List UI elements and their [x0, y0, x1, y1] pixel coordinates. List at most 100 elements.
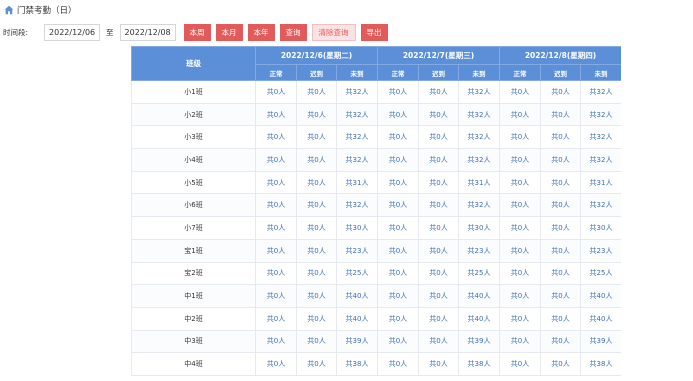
absent-count-link[interactable]: 共23人: [580, 238, 621, 263]
absent-count-link[interactable]: 共32人: [580, 125, 621, 150]
query-button[interactable]: 查询: [279, 23, 307, 41]
absent-count-link[interactable]: 共39人: [336, 329, 378, 354]
attendance-table-container[interactable]: 班级 2022/12/6(星期二) 2022/12/7(星期三) 2022/12…: [131, 46, 621, 381]
absent-count-link[interactable]: 共25人: [336, 261, 378, 286]
normal-count-link[interactable]: 共0人: [255, 216, 297, 240]
normal-count-link[interactable]: 共0人: [377, 261, 419, 286]
late-count-link[interactable]: 共0人: [418, 238, 459, 263]
late-count-link[interactable]: 共0人: [296, 125, 337, 150]
normal-count-link[interactable]: 共0人: [377, 352, 419, 376]
absent-count-link[interactable]: 共30人: [336, 216, 378, 240]
late-count-link[interactable]: 共0人: [540, 193, 581, 218]
absent-count-link[interactable]: 共32人: [458, 80, 500, 104]
absent-count-link[interactable]: 共32人: [580, 193, 621, 218]
normal-count-link[interactable]: 共0人: [255, 80, 297, 104]
normal-count-link[interactable]: 共0人: [377, 170, 419, 195]
late-count-link[interactable]: 共0人: [418, 216, 459, 240]
absent-count-link[interactable]: 共32人: [580, 148, 621, 172]
normal-count-link[interactable]: 共0人: [377, 306, 419, 331]
normal-count-link[interactable]: 共0人: [255, 306, 297, 331]
absent-count-link[interactable]: 共40人: [458, 284, 500, 308]
normal-count-link[interactable]: 共0人: [377, 329, 419, 354]
normal-count-link[interactable]: 共0人: [377, 125, 419, 150]
absent-count-link[interactable]: 共23人: [458, 238, 500, 263]
late-count-link[interactable]: 共0人: [296, 284, 337, 308]
late-count-link[interactable]: 共0人: [296, 238, 337, 263]
late-count-link[interactable]: 共0人: [418, 193, 459, 218]
late-count-link[interactable]: 共0人: [296, 170, 337, 195]
absent-count-link[interactable]: 共30人: [580, 216, 621, 240]
normal-count-link[interactable]: 共0人: [499, 261, 541, 286]
normal-count-link[interactable]: 共0人: [377, 193, 419, 218]
absent-count-link[interactable]: 共32人: [336, 148, 378, 172]
late-count-link[interactable]: 共0人: [540, 148, 581, 172]
late-count-link[interactable]: 共0人: [418, 148, 459, 172]
late-count-link[interactable]: 共0人: [540, 125, 581, 150]
absent-count-link[interactable]: 共40人: [580, 306, 621, 331]
absent-count-link[interactable]: 共23人: [336, 238, 378, 263]
absent-count-link[interactable]: 共32人: [458, 125, 500, 150]
late-count-link[interactable]: 共0人: [296, 193, 337, 218]
normal-count-link[interactable]: 共0人: [255, 193, 297, 218]
absent-count-link[interactable]: 共32人: [336, 193, 378, 218]
late-count-link[interactable]: 共0人: [540, 238, 581, 263]
late-count-link[interactable]: 共0人: [418, 284, 459, 308]
normal-count-link[interactable]: 共0人: [499, 329, 541, 354]
date-from-input[interactable]: [44, 23, 101, 41]
this-year-button[interactable]: 本年: [247, 23, 275, 41]
absent-count-link[interactable]: 共32人: [336, 102, 378, 127]
normal-count-link[interactable]: 共0人: [255, 261, 297, 286]
absent-count-link[interactable]: 共31人: [458, 170, 500, 195]
absent-count-link[interactable]: 共39人: [458, 329, 500, 354]
late-count-link[interactable]: 共0人: [418, 170, 459, 195]
this-month-button[interactable]: 本月: [215, 23, 243, 41]
late-count-link[interactable]: 共0人: [418, 306, 459, 331]
normal-count-link[interactable]: 共0人: [499, 238, 541, 263]
absent-count-link[interactable]: 共32人: [458, 102, 500, 127]
late-count-link[interactable]: 共0人: [296, 216, 337, 240]
absent-count-link[interactable]: 共32人: [336, 80, 378, 104]
normal-count-link[interactable]: 共0人: [377, 216, 419, 240]
late-count-link[interactable]: 共0人: [418, 261, 459, 286]
absent-count-link[interactable]: 共32人: [458, 193, 500, 218]
late-count-link[interactable]: 共0人: [296, 102, 337, 127]
normal-count-link[interactable]: 共0人: [255, 284, 297, 308]
absent-count-link[interactable]: 共40人: [336, 306, 378, 331]
late-count-link[interactable]: 共0人: [418, 125, 459, 150]
normal-count-link[interactable]: 共0人: [255, 102, 297, 127]
late-count-link[interactable]: 共0人: [418, 102, 459, 127]
normal-count-link[interactable]: 共0人: [499, 284, 541, 308]
late-count-link[interactable]: 共0人: [540, 80, 581, 104]
normal-count-link[interactable]: 共0人: [255, 170, 297, 195]
normal-count-link[interactable]: 共0人: [499, 148, 541, 172]
absent-count-link[interactable]: 共38人: [580, 352, 621, 376]
normal-count-link[interactable]: 共0人: [499, 193, 541, 218]
late-count-link[interactable]: 共0人: [540, 284, 581, 308]
late-count-link[interactable]: 共0人: [540, 306, 581, 331]
absent-count-link[interactable]: 共32人: [458, 148, 500, 172]
late-count-link[interactable]: 共0人: [540, 102, 581, 127]
normal-count-link[interactable]: 共0人: [499, 102, 541, 127]
late-count-link[interactable]: 共0人: [296, 80, 337, 104]
normal-count-link[interactable]: 共0人: [499, 216, 541, 240]
absent-count-link[interactable]: 共40人: [336, 284, 378, 308]
normal-count-link[interactable]: 共0人: [255, 148, 297, 172]
absent-count-link[interactable]: 共32人: [580, 80, 621, 104]
late-count-link[interactable]: 共0人: [418, 329, 459, 354]
late-count-link[interactable]: 共0人: [540, 329, 581, 354]
absent-count-link[interactable]: 共31人: [580, 170, 621, 195]
absent-count-link[interactable]: 共39人: [580, 329, 621, 354]
normal-count-link[interactable]: 共0人: [499, 170, 541, 195]
late-count-link[interactable]: 共0人: [296, 148, 337, 172]
late-count-link[interactable]: 共0人: [296, 261, 337, 286]
absent-count-link[interactable]: 共25人: [458, 261, 500, 286]
export-button[interactable]: 导出: [360, 23, 388, 41]
normal-count-link[interactable]: 共0人: [255, 329, 297, 354]
normal-count-link[interactable]: 共0人: [255, 125, 297, 150]
absent-count-link[interactable]: 共38人: [458, 352, 500, 376]
late-count-link[interactable]: 共0人: [296, 329, 337, 354]
normal-count-link[interactable]: 共0人: [499, 125, 541, 150]
normal-count-link[interactable]: 共0人: [377, 148, 419, 172]
normal-count-link[interactable]: 共0人: [255, 238, 297, 263]
late-count-link[interactable]: 共0人: [418, 80, 459, 104]
